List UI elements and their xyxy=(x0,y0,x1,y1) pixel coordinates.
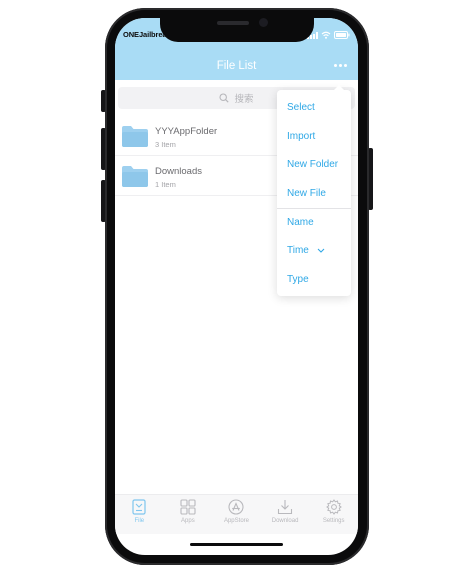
gear-icon xyxy=(325,499,342,515)
battery-icon xyxy=(334,31,350,39)
home-indicator xyxy=(190,543,283,546)
menu-item-import[interactable]: Import xyxy=(277,122,351,150)
front-camera xyxy=(259,18,268,27)
tab-label: AppStore xyxy=(223,518,249,524)
status-icons xyxy=(307,31,350,39)
tab-appstore[interactable]: AppStore xyxy=(212,495,261,534)
phone-screen: ONEJailbreak File List 搜索 YYYAppFolder 3… xyxy=(115,18,358,555)
sort-time-label: Time xyxy=(287,244,309,256)
search-placeholder: 搜索 xyxy=(234,94,254,105)
tab-label: File xyxy=(134,518,145,524)
chevron-down-icon xyxy=(317,248,325,253)
download-icon xyxy=(278,500,293,515)
notch xyxy=(160,12,314,42)
tab-bar: File Apps AppStore Download Settings xyxy=(115,494,358,534)
more-dots-icon[interactable] xyxy=(330,58,350,72)
tab-download[interactable]: Download xyxy=(261,495,310,534)
folder-icon xyxy=(122,166,148,187)
more-menu: Select Import New Folder New File Name T… xyxy=(277,85,351,296)
folder-icon xyxy=(122,126,148,147)
file-name: Downloads xyxy=(155,166,202,177)
menu-item-sort-type[interactable]: Type xyxy=(277,265,351,293)
tab-label: Apps xyxy=(181,518,195,524)
menu-item-new-file[interactable]: New File xyxy=(277,179,351,207)
menu-item-sort-name[interactable]: Name xyxy=(277,208,351,236)
file-icon xyxy=(132,499,146,515)
file-name: YYYAppFolder xyxy=(155,126,218,137)
menu-item-select[interactable]: Select xyxy=(277,93,351,121)
menu-item-sort-time[interactable]: Time xyxy=(277,236,351,264)
tab-label: Download xyxy=(271,518,299,524)
wifi-icon xyxy=(321,31,331,39)
menu-caret xyxy=(333,85,345,91)
apps-grid-icon xyxy=(180,499,196,515)
file-count: 3 Item xyxy=(155,140,176,149)
tab-label: Settings xyxy=(322,518,345,524)
search-icon xyxy=(219,93,230,103)
speaker-grille xyxy=(217,21,249,25)
page-title: File List xyxy=(216,60,257,72)
appstore-icon xyxy=(228,499,245,515)
tab-file[interactable]: File xyxy=(115,495,164,534)
file-count: 1 Item xyxy=(155,180,176,189)
tab-settings[interactable]: Settings xyxy=(309,495,358,534)
tab-apps[interactable]: Apps xyxy=(164,495,213,534)
menu-item-new-folder[interactable]: New Folder xyxy=(277,150,351,178)
